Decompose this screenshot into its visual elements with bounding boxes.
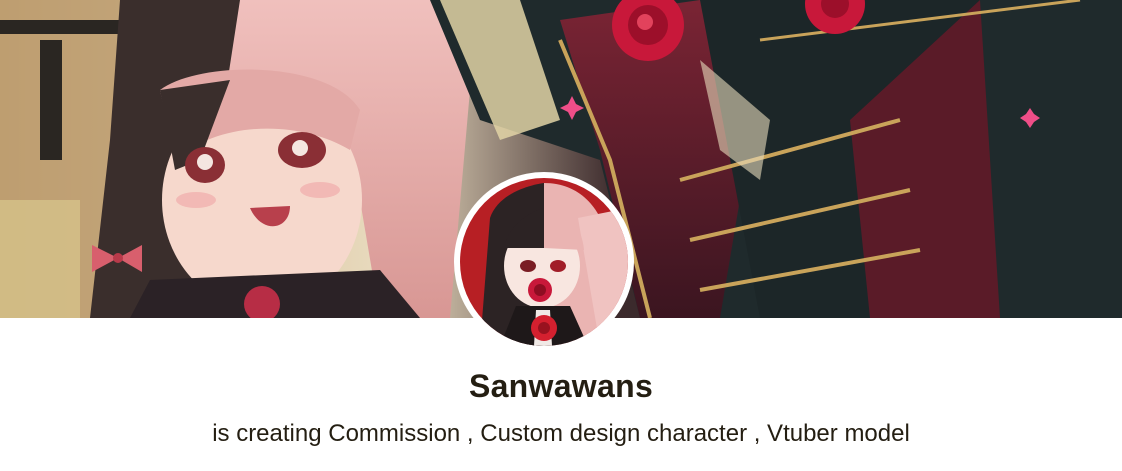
avatar[interactable] — [460, 178, 628, 346]
avatar-illustration — [460, 178, 628, 346]
creator-page: Sanwawans is creating Commission , Custo… — [0, 0, 1122, 471]
creator-name: Sanwawans — [468, 368, 654, 404]
creator-tagline: is creating Commission , Custom design c… — [212, 420, 910, 447]
avatar-frame[interactable] — [454, 172, 634, 352]
